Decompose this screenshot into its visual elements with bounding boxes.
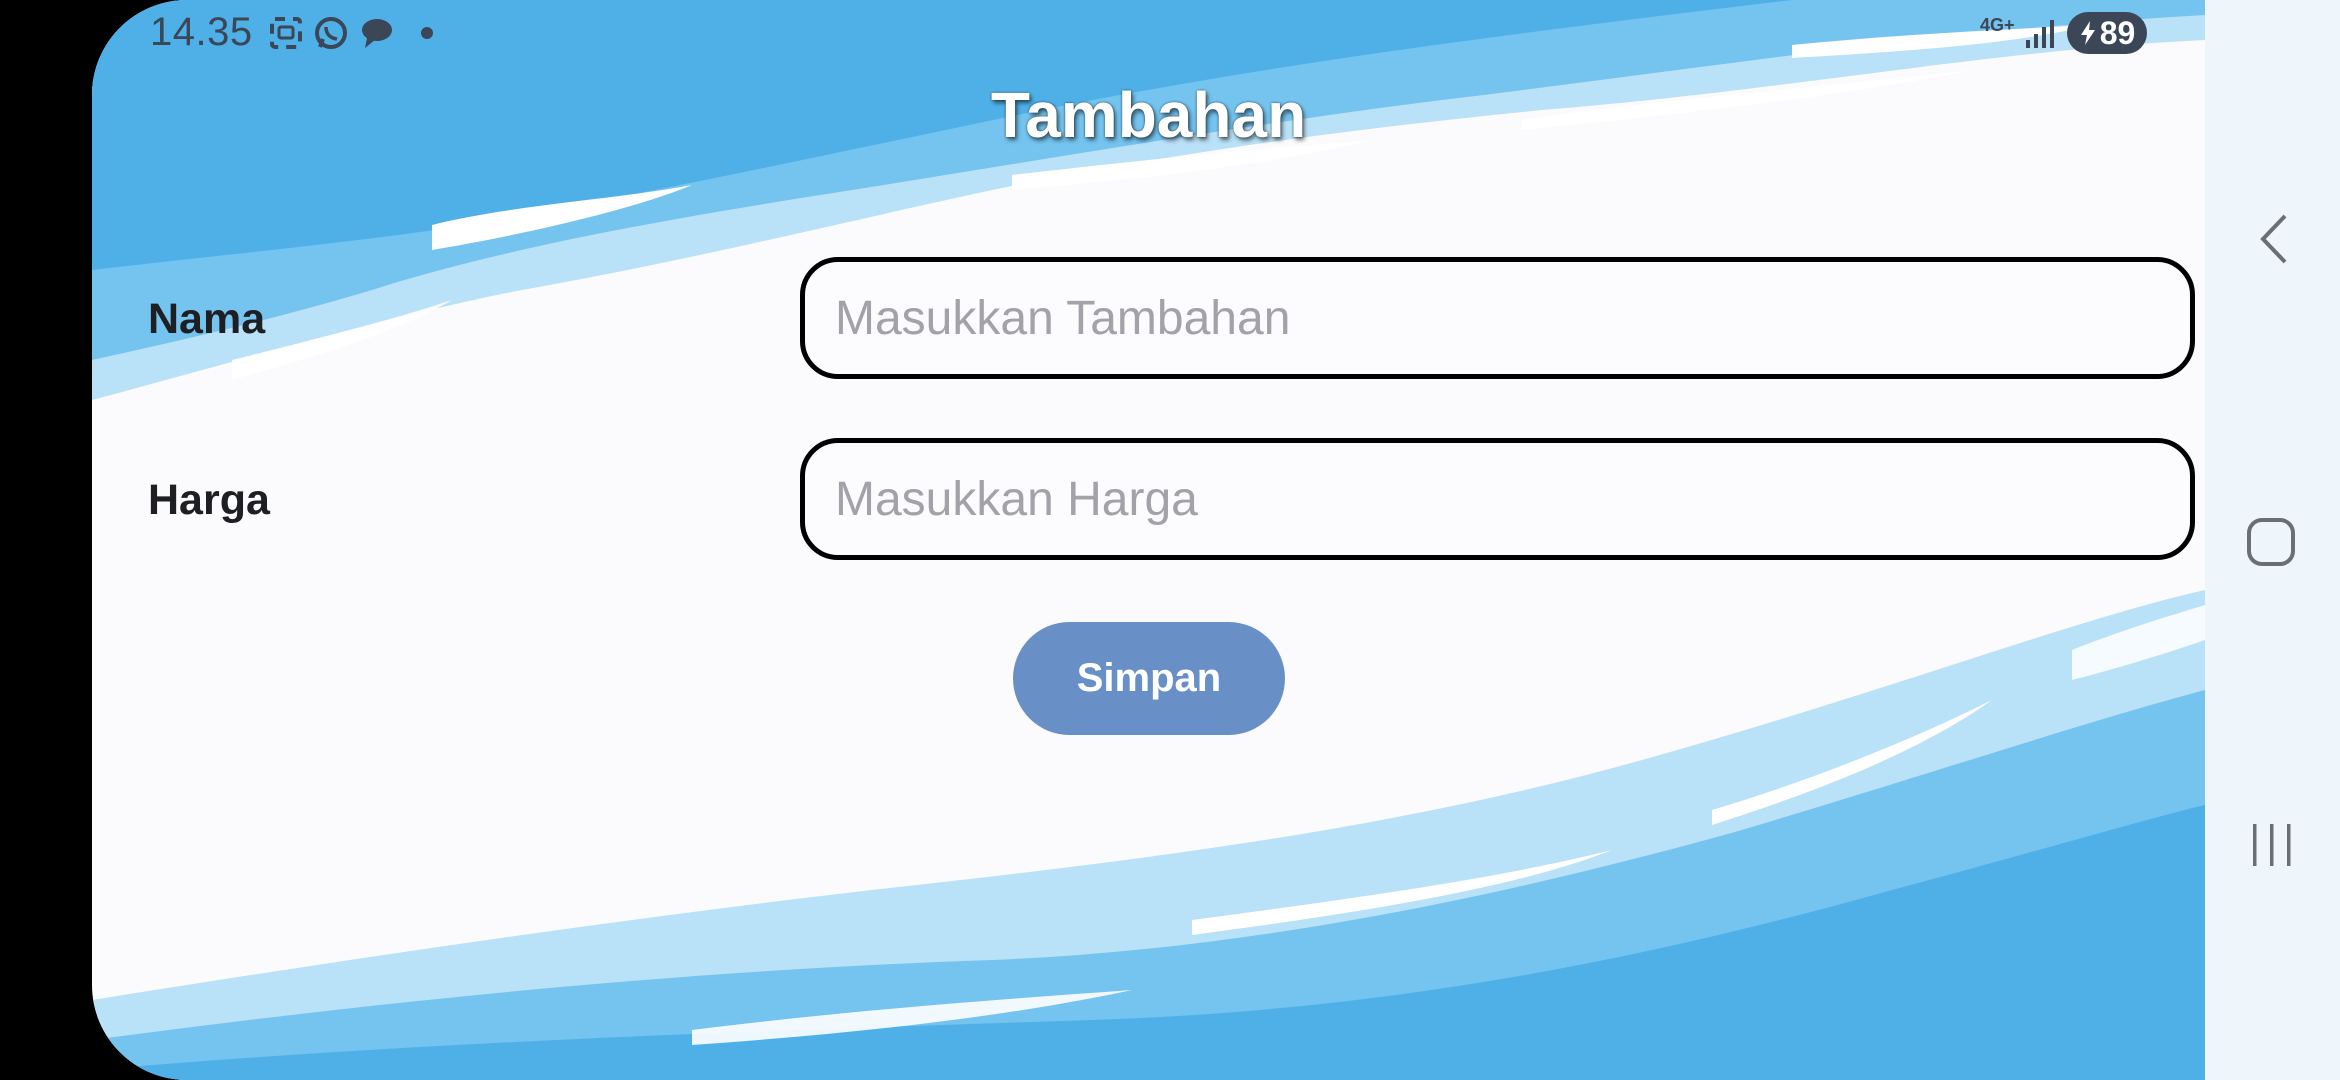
battery-charging-icon: [2080, 21, 2095, 45]
page-title: Tambahan: [990, 79, 1307, 151]
chat-bubble-icon: [362, 19, 392, 48]
whatsapp-icon: [315, 17, 347, 49]
status-time: 14.35: [150, 10, 253, 54]
home-icon[interactable]: [2245, 516, 2297, 568]
screenshot-icon: [270, 17, 302, 49]
back-icon[interactable]: [2257, 212, 2291, 266]
battery-indicator: 89: [2067, 12, 2147, 54]
system-nav-bar: [2205, 0, 2340, 1080]
harga-label: Harga: [148, 476, 270, 524]
status-bar: 14.35 4G+ 89: [92, 0, 2205, 70]
signal-icon: [2026, 20, 2054, 48]
battery-level: 89: [2099, 14, 2136, 51]
nama-input[interactable]: [833, 289, 2190, 347]
harga-field[interactable]: [800, 438, 2195, 560]
save-button[interactable]: Simpan: [1013, 622, 1285, 735]
harga-input[interactable]: [833, 470, 2190, 528]
recents-icon[interactable]: [2249, 820, 2295, 870]
app-screen: 14.35 4G+ 89 Tambahan Nama Masukkan Tamb…: [92, 0, 2205, 1080]
nama-label: Nama: [148, 295, 266, 343]
network-type: 4G+: [1980, 15, 2015, 35]
nama-field[interactable]: [800, 257, 2195, 379]
dot-icon: [421, 27, 433, 39]
